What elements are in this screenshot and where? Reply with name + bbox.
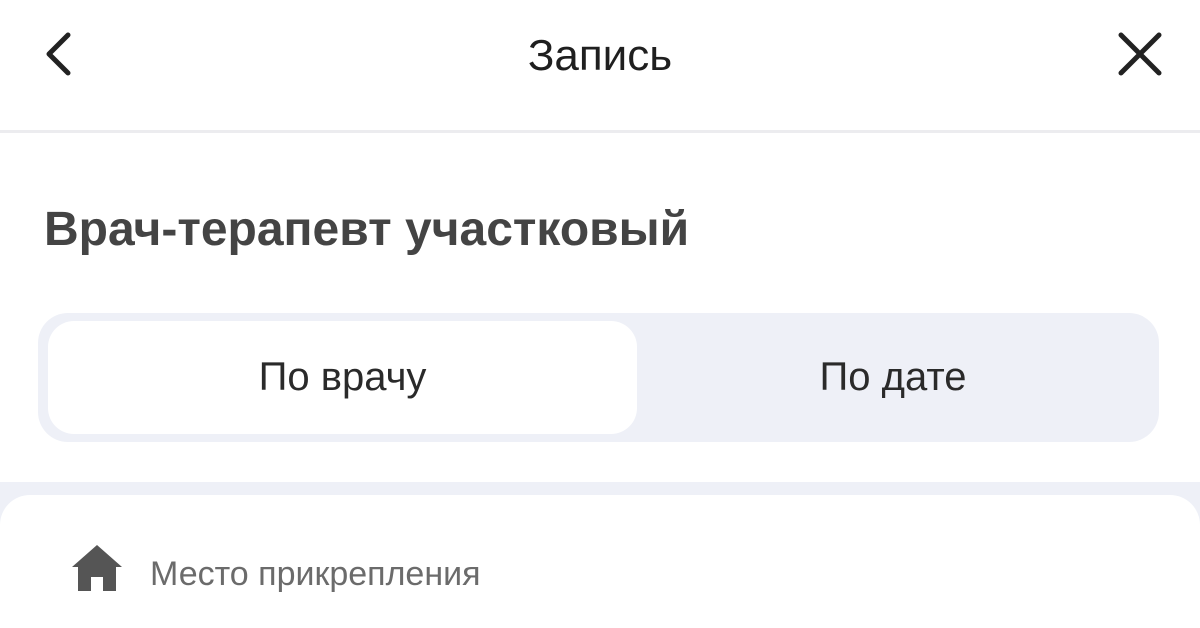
booking-mode-switch: По врачу По дате xyxy=(38,313,1159,442)
attachment-place-label: Место прикрепления xyxy=(150,555,481,593)
top-bar: Запись xyxy=(0,0,1200,133)
tab-by-doctor[interactable]: По врачу xyxy=(48,321,637,434)
home-icon xyxy=(72,545,122,591)
specialty-title: Врач-терапевт участковый xyxy=(44,203,690,256)
close-button[interactable] xyxy=(1108,22,1172,86)
page-title: Запись xyxy=(527,31,673,80)
close-icon xyxy=(1118,32,1162,76)
tab-by-date[interactable]: По дате xyxy=(637,321,1149,434)
